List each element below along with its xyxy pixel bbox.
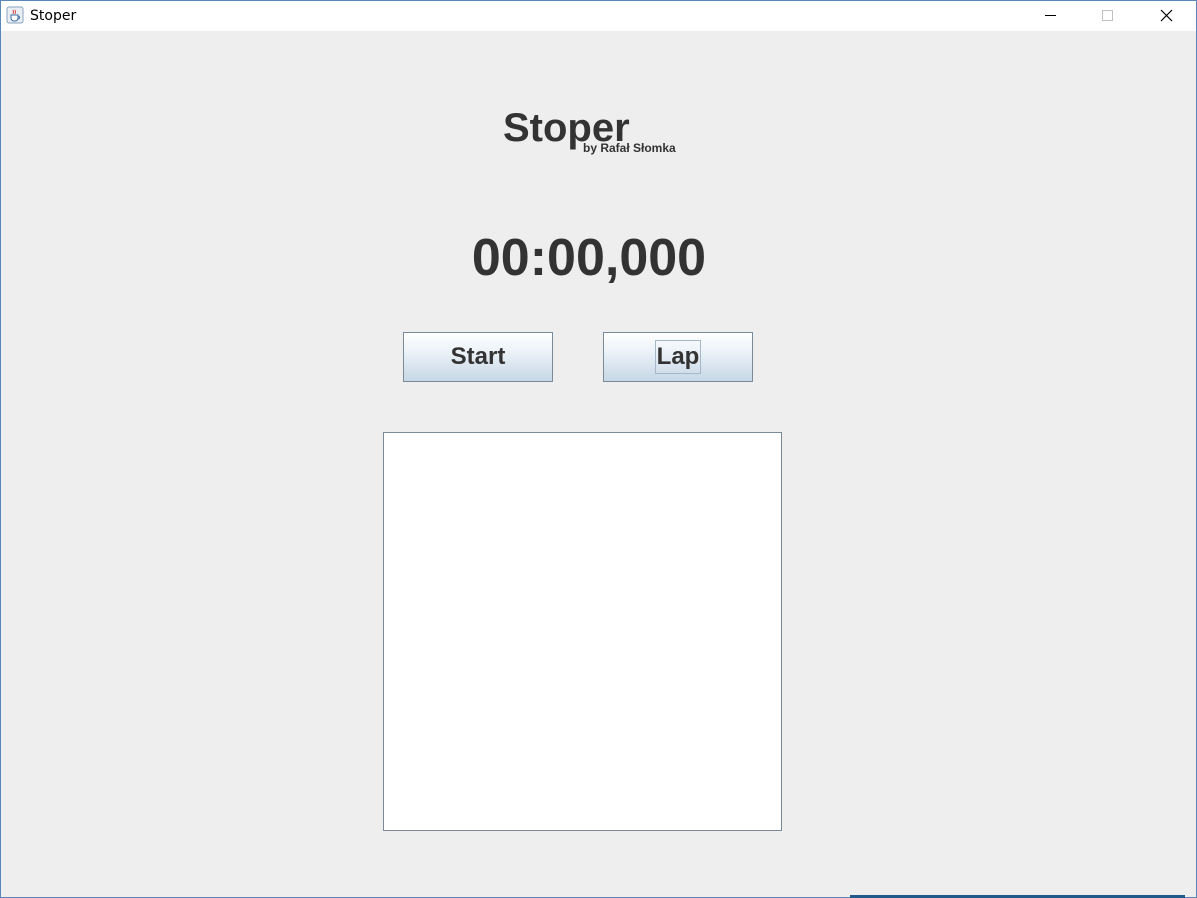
start-button[interactable]: Start [403, 332, 553, 382]
minimize-button[interactable] [1027, 1, 1073, 31]
java-coffee-cup-icon[interactable] [6, 6, 24, 24]
start-button-label: Start [450, 343, 506, 370]
main-panel: Stoper by Rafał Słomka 00:00,000 Start L… [1, 31, 1196, 897]
maximize-button[interactable] [1085, 1, 1131, 31]
minimize-icon [1045, 15, 1056, 16]
close-button[interactable] [1143, 1, 1189, 31]
close-icon [1160, 9, 1173, 22]
app-window: Stoper Stoper by Rafał Słomka 00:00,000 … [0, 0, 1197, 898]
lap-button-label: Lap [654, 340, 702, 374]
window-title: Stoper [30, 8, 77, 24]
laps-list[interactable] [383, 432, 782, 831]
timer-display: 00:00,000 [471, 229, 707, 287]
title-bar[interactable]: Stoper [1, 1, 1196, 31]
author-label: by Rafał Słomka [583, 141, 676, 155]
maximize-icon [1102, 10, 1113, 21]
lap-button[interactable]: Lap [603, 332, 753, 382]
